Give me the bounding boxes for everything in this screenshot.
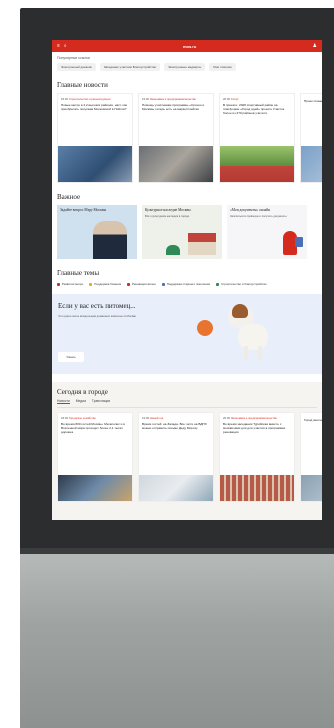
important-card-title: «Мои документы» онлайн: [230, 208, 271, 212]
topic-icon: [215, 282, 219, 286]
news-time: 19:00: [142, 416, 149, 420]
news-text: Проек плане изуче: [304, 99, 322, 103]
important-card-heritage[interactable]: Культурное наследие Москвы Все о культур…: [142, 205, 222, 259]
section-title: Главные новости: [57, 81, 108, 89]
topic-icon: [57, 282, 60, 286]
quick-link[interactable]: Электронные медкарты: [164, 63, 206, 71]
topic-link[interactable]: Строительство и благоустройство: [215, 282, 267, 286]
important-card-subtitle: Записаться в приёмную и получить докумен…: [230, 215, 287, 218]
dog-illustration: [224, 302, 274, 364]
kiosk-scene: ≡ ⌕ mos.ru ♟ Популярные ссылки Электронн…: [0, 0, 334, 728]
kiosk-base: [20, 552, 334, 728]
news-text: Время гостей: на Запада. Все гости на ВД…: [142, 422, 207, 430]
news-card[interactable]: 18:30 Строительство и реконструкция Новы…: [57, 93, 133, 183]
news-card[interactable]: 18:30 Городское хозяйство Во время 800 г…: [57, 412, 133, 502]
news-time: 20:00: [223, 416, 230, 420]
news-text: Во время заседания Турийская вместе с мо…: [223, 422, 286, 434]
ball-illustration: [197, 320, 213, 336]
kiosk-base-edge: [20, 548, 334, 554]
news-image: [58, 475, 132, 501]
news-text: В проекте: 2028 спортивный район на плат…: [223, 103, 285, 115]
building-illustration: [188, 233, 216, 255]
top-bar: ≡ ⌕ mos.ru ♟: [52, 40, 322, 52]
news-category: Экономика и предпринимательство: [149, 97, 196, 101]
news-time: 19:00: [142, 97, 149, 101]
search-icon[interactable]: ⌕: [64, 43, 67, 49]
news-text: Город многое: [304, 418, 322, 422]
quick-link[interactable]: Мои платежи: [209, 63, 236, 71]
news-text: Помощь участникам программы «Срочно и Мо…: [142, 103, 205, 111]
topic-link[interactable]: Поддержка старшего поколения: [161, 282, 210, 286]
site-logo[interactable]: mos.ru: [183, 44, 196, 49]
tab-media[interactable]: Медиа: [76, 399, 86, 404]
topics-section: Главные темы Развитие метро Поддержка би…: [52, 269, 322, 286]
tab-broadcasts[interactable]: Трансляции: [92, 399, 110, 404]
section-title: Сегодня в городе: [57, 388, 108, 396]
news-time: 20:00: [223, 97, 230, 101]
quick-links-caption: Популярные ссылки: [57, 56, 90, 60]
news-image: [301, 475, 322, 501]
topic-icon: [127, 282, 131, 286]
news-image: [139, 146, 213, 182]
important-card-documents[interactable]: «Мои документы» онлайн Записаться в приё…: [227, 205, 307, 259]
news-category: Строительство и реконструкция: [68, 97, 111, 101]
topic-link[interactable]: Поддержка бизнеса: [89, 282, 121, 286]
news-image: [58, 146, 132, 182]
news-text: Новые метро в 4,2 высоких районах, наст.…: [61, 103, 128, 111]
news-category: Новый год: [149, 416, 164, 420]
important-section: Важное Задайте вопрос Мэру Москвы Культу…: [52, 193, 322, 259]
topic-link[interactable]: Развитие метро: [57, 282, 83, 286]
quick-link[interactable]: Заседание участков Благоустройство: [99, 63, 161, 71]
important-card-mayor[interactable]: Задайте вопрос Мэру Москвы: [57, 205, 137, 259]
news-image: [220, 475, 294, 501]
tab-news[interactable]: Новости: [57, 399, 70, 404]
news-time: 18:30: [61, 416, 68, 420]
menu-icon[interactable]: ≡: [57, 43, 60, 49]
portrait-image: [93, 221, 127, 259]
city-today-section: Сегодня в городе Новости Медиа Трансляци…: [52, 382, 322, 520]
pet-banner-title: Если у вас есть питомец...: [58, 302, 136, 310]
topic-icon: [89, 282, 93, 286]
news-image: [220, 146, 294, 182]
news-text: Во время 800 гостей Москвы. Мегаполис и …: [61, 422, 125, 434]
topic-icon: [161, 282, 165, 286]
news-card[interactable]: 19:00 Новый год Время гостей: на Запада.…: [138, 412, 214, 502]
pet-banner[interactable]: Если у вас есть питомец... Что нужно зна…: [52, 294, 322, 374]
news-card[interactable]: 19:00 Экономика и предпринимательство По…: [138, 93, 214, 183]
document-illustration: [295, 237, 303, 247]
news-category: Спорт: [230, 97, 239, 101]
learn-more-button[interactable]: Узнать: [58, 352, 84, 362]
quick-link[interactable]: Электронный дневник: [57, 63, 96, 71]
news-card[interactable]: 20:00 Спорт В проекте: 2028 спортивный р…: [219, 93, 295, 183]
news-time: 18:30: [61, 97, 68, 101]
news-card[interactable]: Город многое: [300, 412, 322, 502]
news-category: Городское хозяйство: [68, 416, 96, 420]
important-card-title: Задайте вопрос Мэру Москвы: [60, 208, 107, 212]
section-title: Важное: [57, 193, 81, 201]
important-card-subtitle: Все о культурном наследии в городе: [145, 215, 190, 218]
kiosk-screen[interactable]: ≡ ⌕ mos.ru ♟ Популярные ссылки Электронн…: [52, 40, 322, 520]
news-image: [139, 475, 213, 501]
tree-illustration: [166, 245, 180, 255]
quick-links: Популярные ссылки Электронный дневник За…: [52, 52, 322, 71]
pet-banner-subtitle: Что нужно знать владельцам домашних живо…: [58, 314, 137, 318]
news-card[interactable]: Проек плане изуче: [300, 93, 322, 183]
user-icon[interactable]: ♟: [313, 43, 317, 49]
news-image: [301, 146, 322, 182]
topic-link[interactable]: Реновация жилья: [127, 282, 156, 286]
news-category: Экономика и предпринимательство: [230, 416, 277, 420]
main-news-section: Главные новости 18:30 Строительство и ре…: [52, 81, 322, 183]
news-card[interactable]: 20:00 Экономика и предпринимательство Во…: [219, 412, 295, 502]
section-title: Главные темы: [57, 269, 100, 277]
important-card-title: Культурное наследие Москвы: [145, 208, 191, 212]
